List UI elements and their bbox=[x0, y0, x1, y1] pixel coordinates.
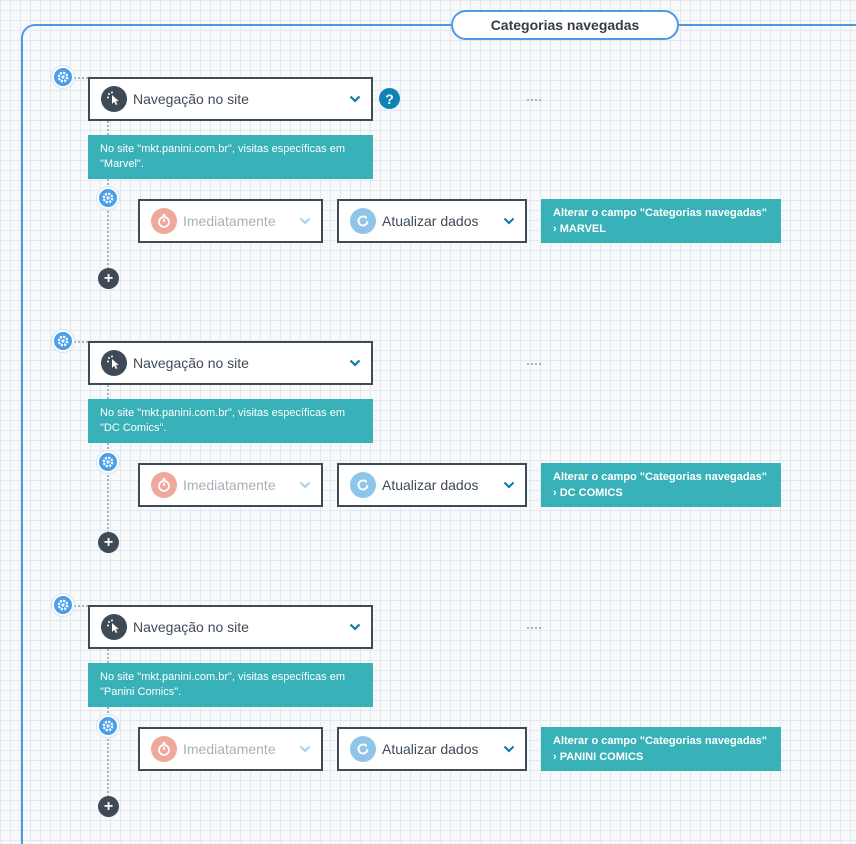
result-title: Alterar o campo "Categorias navegadas" bbox=[553, 471, 768, 483]
add-step-button[interactable]: + bbox=[98, 796, 119, 817]
result-value: › PANINI COMICS bbox=[553, 751, 644, 763]
timing-settings-gear-icon[interactable] bbox=[97, 187, 119, 209]
trigger-select[interactable]: Navegação no site bbox=[88, 341, 373, 385]
chevron-down-icon bbox=[349, 95, 361, 103]
cursor-click-icon bbox=[101, 350, 127, 376]
container-title[interactable]: Categorias navegadas bbox=[451, 10, 679, 40]
rule-group-dc-comics: Navegação no site No site "mkt.panini.co… bbox=[0, 309, 856, 573]
trigger-settings-gear-icon[interactable] bbox=[52, 594, 74, 616]
timing-label: Imediatamente bbox=[183, 477, 276, 493]
chevron-down-icon bbox=[299, 481, 311, 489]
condition-description: No site "mkt.panini.com.br", visitas esp… bbox=[88, 399, 373, 443]
timing-label: Imediatamente bbox=[183, 213, 276, 229]
action-select[interactable]: Atualizar dados bbox=[337, 727, 527, 771]
refresh-icon bbox=[350, 472, 376, 498]
timing-select[interactable]: Imediatamente bbox=[138, 199, 323, 243]
chevron-down-icon bbox=[349, 359, 361, 367]
trigger-settings-gear-icon[interactable] bbox=[52, 66, 74, 88]
timing-label: Imediatamente bbox=[183, 741, 276, 757]
action-label: Atualizar dados bbox=[382, 741, 479, 757]
trigger-label: Navegação no site bbox=[133, 355, 249, 371]
trigger-settings-gear-icon[interactable] bbox=[52, 330, 74, 352]
timing-select[interactable]: Imediatamente bbox=[138, 727, 323, 771]
trigger-select[interactable]: Navegação no site bbox=[88, 605, 373, 649]
rule-group-marvel: Navegação no site ? No site "mkt.panini.… bbox=[0, 45, 856, 309]
trigger-select[interactable]: Navegação no site bbox=[88, 77, 373, 121]
action-result[interactable]: Alterar o campo "Categorias navegadas" ›… bbox=[541, 727, 781, 771]
result-title: Alterar o campo "Categorias navegadas" bbox=[553, 735, 768, 747]
result-value: › MARVEL bbox=[553, 223, 606, 235]
cursor-click-icon bbox=[101, 86, 127, 112]
result-value: › DC COMICS bbox=[553, 487, 623, 499]
chevron-down-icon bbox=[299, 217, 311, 225]
timing-select[interactable]: Imediatamente bbox=[138, 463, 323, 507]
condition-description: No site "mkt.panini.com.br", visitas esp… bbox=[88, 663, 373, 707]
help-icon[interactable]: ? bbox=[379, 88, 400, 109]
action-result[interactable]: Alterar o campo "Categorias navegadas" ›… bbox=[541, 199, 781, 243]
trigger-label: Navegação no site bbox=[133, 91, 249, 107]
add-step-button[interactable]: + bbox=[98, 532, 119, 553]
chevron-down-icon bbox=[503, 745, 515, 753]
trigger-label: Navegação no site bbox=[133, 619, 249, 635]
chevron-down-icon bbox=[503, 481, 515, 489]
stopwatch-icon bbox=[151, 736, 177, 762]
refresh-icon bbox=[350, 736, 376, 762]
stopwatch-icon bbox=[151, 208, 177, 234]
rule-group-panini-comics: Navegação no site No site "mkt.panini.co… bbox=[0, 573, 856, 837]
action-label: Atualizar dados bbox=[382, 213, 479, 229]
result-title: Alterar o campo "Categorias navegadas" bbox=[553, 207, 768, 219]
add-step-button[interactable]: + bbox=[98, 268, 119, 289]
cursor-click-icon bbox=[101, 614, 127, 640]
refresh-icon bbox=[350, 208, 376, 234]
timing-settings-gear-icon[interactable] bbox=[97, 715, 119, 737]
chevron-down-icon bbox=[299, 745, 311, 753]
chevron-down-icon bbox=[349, 623, 361, 631]
action-result[interactable]: Alterar o campo "Categorias navegadas" ›… bbox=[541, 463, 781, 507]
action-select[interactable]: Atualizar dados bbox=[337, 199, 527, 243]
timing-settings-gear-icon[interactable] bbox=[97, 451, 119, 473]
chevron-down-icon bbox=[503, 217, 515, 225]
stopwatch-icon bbox=[151, 472, 177, 498]
action-label: Atualizar dados bbox=[382, 477, 479, 493]
condition-description: No site "mkt.panini.com.br", visitas esp… bbox=[88, 135, 373, 179]
action-select[interactable]: Atualizar dados bbox=[337, 463, 527, 507]
